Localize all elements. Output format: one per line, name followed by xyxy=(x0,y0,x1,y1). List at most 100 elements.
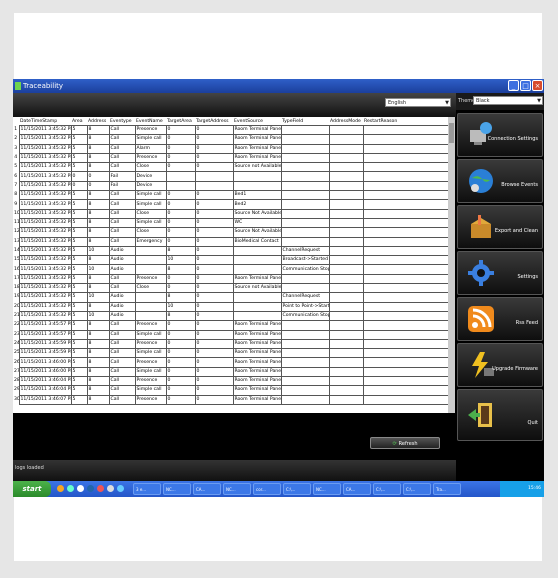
table-row[interactable]: 20 11/15/2011 3:45:32 PM 5 8 Audio 10 0 Point t… xyxy=(13,301,454,312)
sidebar: Theme Black ▼ Connection Settings Browse… xyxy=(456,93,544,481)
table-cell: 0 xyxy=(165,199,196,210)
taskbar-window-button[interactable]: NC... xyxy=(313,483,341,495)
upgrade-firmware-button[interactable]: Upgrade Firmware xyxy=(457,343,543,387)
table-cell: 8 xyxy=(86,255,110,266)
table-cell xyxy=(280,394,330,405)
table-row[interactable]: 6 11/15/2011 3:45:32 PM 0 0 Fail Device xyxy=(13,171,454,182)
table-cell: Source not Available xyxy=(232,283,282,294)
column-header[interactable]: TargetArea xyxy=(166,117,195,126)
quicklaunch-icon[interactable] xyxy=(77,485,84,492)
column-header[interactable]: TypeField xyxy=(281,117,329,126)
table-cell: 8 xyxy=(86,217,110,229)
table-row[interactable]: 24 11/15/2011 3:45:59 PM 5 8 Call Presence 0 0 R… xyxy=(13,338,454,350)
window-titlebar[interactable]: Traceability _ □ × xyxy=(13,79,544,93)
language-select[interactable]: English ▼ xyxy=(385,98,451,107)
table-row[interactable]: 18 11/15/2011 3:45:32 PM 5 8 Call Close 0 0 Sour… xyxy=(13,283,454,294)
table-cell: 11/15/2011 3:45:32 PM xyxy=(18,273,72,285)
column-header[interactable]: TargetAddress xyxy=(195,117,233,126)
quicklaunch-icon[interactable] xyxy=(87,485,94,492)
table-row[interactable]: 9 11/15/2011 3:45:32 PM 5 8 Call Simple call 0… xyxy=(13,199,454,210)
table-row[interactable]: 3 11/15/2011 3:45:32 PM 5 8 Call Alarm 0 0 Room … xyxy=(13,143,454,154)
table-scrollbar[interactable] xyxy=(448,117,455,413)
taskbar-window-button[interactable]: NC... xyxy=(163,483,191,495)
quit-button[interactable]: Quit xyxy=(457,389,543,441)
table-row[interactable]: 10 11/15/2011 3:45:32 PM 5 8 Call Close 0 0 Sour… xyxy=(13,208,454,219)
connection-settings-button[interactable]: Connection Settings xyxy=(457,113,543,157)
table-row[interactable]: 19 11/15/2011 3:45:32 PM 5 10 Audio 8 0 Channel… xyxy=(13,292,454,303)
events-table: DateTimeStamp Area Address Eventype EventNam… xyxy=(13,117,454,413)
taskbar-window-button[interactable]: C:\... xyxy=(403,483,431,495)
table-cell xyxy=(362,348,454,359)
row-number: 11 xyxy=(14,220,19,226)
taskbar-window-button[interactable]: C:\... xyxy=(373,483,401,495)
table-row[interactable]: 21 11/15/2011 3:45:32 PM 5 10 Audio 8 0 Communi… xyxy=(13,310,454,322)
taskbar-window-button[interactable]: NC... xyxy=(223,483,251,495)
table-row[interactable]: 30 11/15/2011 3:46:07 PM 5 8 Call Presence 0 0 R… xyxy=(13,394,454,405)
export-clean-button[interactable]: Export and Clean xyxy=(457,205,543,249)
column-header[interactable]: EventSource xyxy=(233,117,281,126)
table-row[interactable]: 22 11/15/2011 3:45:57 PM 5 8 Call Presence 0 0 R… xyxy=(13,320,454,331)
table-row[interactable]: 2 11/15/2011 3:45:32 PM 5 8 Call Simple call 0… xyxy=(13,134,454,145)
table-row[interactable]: 26 11/15/2011 3:46:00 PM 5 8 Call Presence 0 0 R… xyxy=(13,357,454,368)
table-cell: Room Terminal Panel xyxy=(232,338,282,350)
table-row[interactable]: 15 11/15/2011 3:45:32 PM 5 8 Audio 10 0 Broadca… xyxy=(13,255,454,266)
quicklaunch-icon[interactable] xyxy=(117,485,124,492)
row-number: 29 xyxy=(14,387,19,393)
table-row[interactable]: 25 11/15/2011 3:45:59 PM 5 8 Call Simple call… xyxy=(13,348,454,359)
table-row[interactable]: 28 11/15/2011 3:46:04 PM 5 8 Call Presence 0 0 R… xyxy=(13,375,454,387)
table-row[interactable]: 14 11/15/2011 3:45:32 PM 5 10 Audio 8 0 Channel… xyxy=(13,245,454,257)
settings-button[interactable]: Settings xyxy=(457,251,543,295)
theme-select[interactable]: Black ▼ xyxy=(473,96,543,105)
table-cell: 0 xyxy=(194,301,234,312)
column-header[interactable]: Area xyxy=(71,117,87,126)
column-header[interactable]: AddressMode xyxy=(329,117,363,126)
table-cell: 0 xyxy=(70,180,88,192)
close-button[interactable]: × xyxy=(532,80,543,91)
quicklaunch-icon[interactable] xyxy=(57,485,64,492)
browse-events-button[interactable]: Browse Events xyxy=(457,159,543,203)
table-row[interactable]: 12 11/15/2011 3:45:32 PM 5 8 Call Close 0 0 Sour… xyxy=(13,227,454,238)
table-cell: 0 xyxy=(194,310,234,322)
table-row[interactable]: 13 11/15/2011 3:45:32 PM 5 8 Call Emergency 0 0… xyxy=(13,236,454,247)
taskbar-window-button[interactable]: Tra... xyxy=(433,483,461,495)
table-row[interactable]: 11 11/15/2011 3:45:32 PM 5 8 Call Simple call… xyxy=(13,217,454,229)
table-cell: 11/15/2011 3:45:32 PM xyxy=(18,190,72,201)
table-row[interactable]: 29 11/15/2011 3:46:04 PM 5 8 Call Simple call… xyxy=(13,385,454,396)
maximize-button[interactable]: □ xyxy=(520,80,531,91)
table-row[interactable]: 17 11/15/2011 3:45:32 PM 5 8 Call Presence 0 0 R… xyxy=(13,273,454,285)
table-row[interactable]: 27 11/15/2011 3:46:00 PM 5 8 Call Simple call… xyxy=(13,366,454,378)
taskbar-window-button[interactable]: CA... xyxy=(343,483,371,495)
quicklaunch-icon[interactable] xyxy=(107,485,114,492)
table-row[interactable]: 4 11/15/2011 3:45:32 PM 5 8 Call Presence 0 0 Ro… xyxy=(13,152,454,164)
quicklaunch-icon[interactable] xyxy=(67,485,74,492)
table-cell xyxy=(280,357,330,368)
column-header[interactable]: RestartReason xyxy=(363,117,454,126)
table-row[interactable]: 1 11/15/2011 3:45:32 PM 5 8 Call Presence 0 0 Ro… xyxy=(13,124,454,136)
scrollbar-thumb[interactable] xyxy=(449,123,454,143)
rss-feed-button[interactable]: Rss Feed xyxy=(457,297,543,341)
column-header[interactable]: DateTimeStamp xyxy=(19,117,71,126)
table-cell: Room Terminal Panel xyxy=(232,124,282,136)
table-row[interactable]: 23 11/15/2011 3:45:57 PM 5 8 Call Simple call… xyxy=(13,329,454,340)
taskbar-window-button[interactable]: cor... xyxy=(253,483,281,495)
refresh-button[interactable]: ⟳ Refresh xyxy=(370,437,440,449)
quicklaunch-icon[interactable] xyxy=(97,485,104,492)
row-number: 14 xyxy=(14,248,19,253)
table-cell: 0 xyxy=(165,227,196,238)
start-button[interactable]: start xyxy=(13,481,51,497)
column-header[interactable]: Eventype xyxy=(109,117,135,126)
table-row[interactable]: 16 11/15/2011 3:45:32 PM 5 10 Audio 8 0 Communi… xyxy=(13,264,454,275)
taskbar-window-button[interactable]: C:\... xyxy=(283,483,311,495)
table-row[interactable]: 5 11/15/2011 3:45:32 PM 5 8 Call Close 0 0 Sourc… xyxy=(13,162,454,173)
table-row[interactable]: 8 11/15/2011 3:45:32 PM 5 8 Call Simple call 0… xyxy=(13,190,454,201)
table-cell xyxy=(362,134,454,145)
column-header[interactable]: Address xyxy=(87,117,109,126)
taskbar-window-button[interactable]: 3 e... xyxy=(133,483,161,495)
table-cell: 11/15/2011 3:45:32 PM xyxy=(18,283,72,294)
table-row[interactable]: 7 11/15/2011 3:45:32 PM 0 0 Fail Device xyxy=(13,180,454,192)
table-cell: 5 xyxy=(70,134,88,145)
column-header[interactable]: EventName xyxy=(135,117,166,126)
taskbar-window-button[interactable]: CA... xyxy=(193,483,221,495)
table-cell: 0 xyxy=(165,217,196,229)
minimize-button[interactable]: _ xyxy=(508,80,519,91)
